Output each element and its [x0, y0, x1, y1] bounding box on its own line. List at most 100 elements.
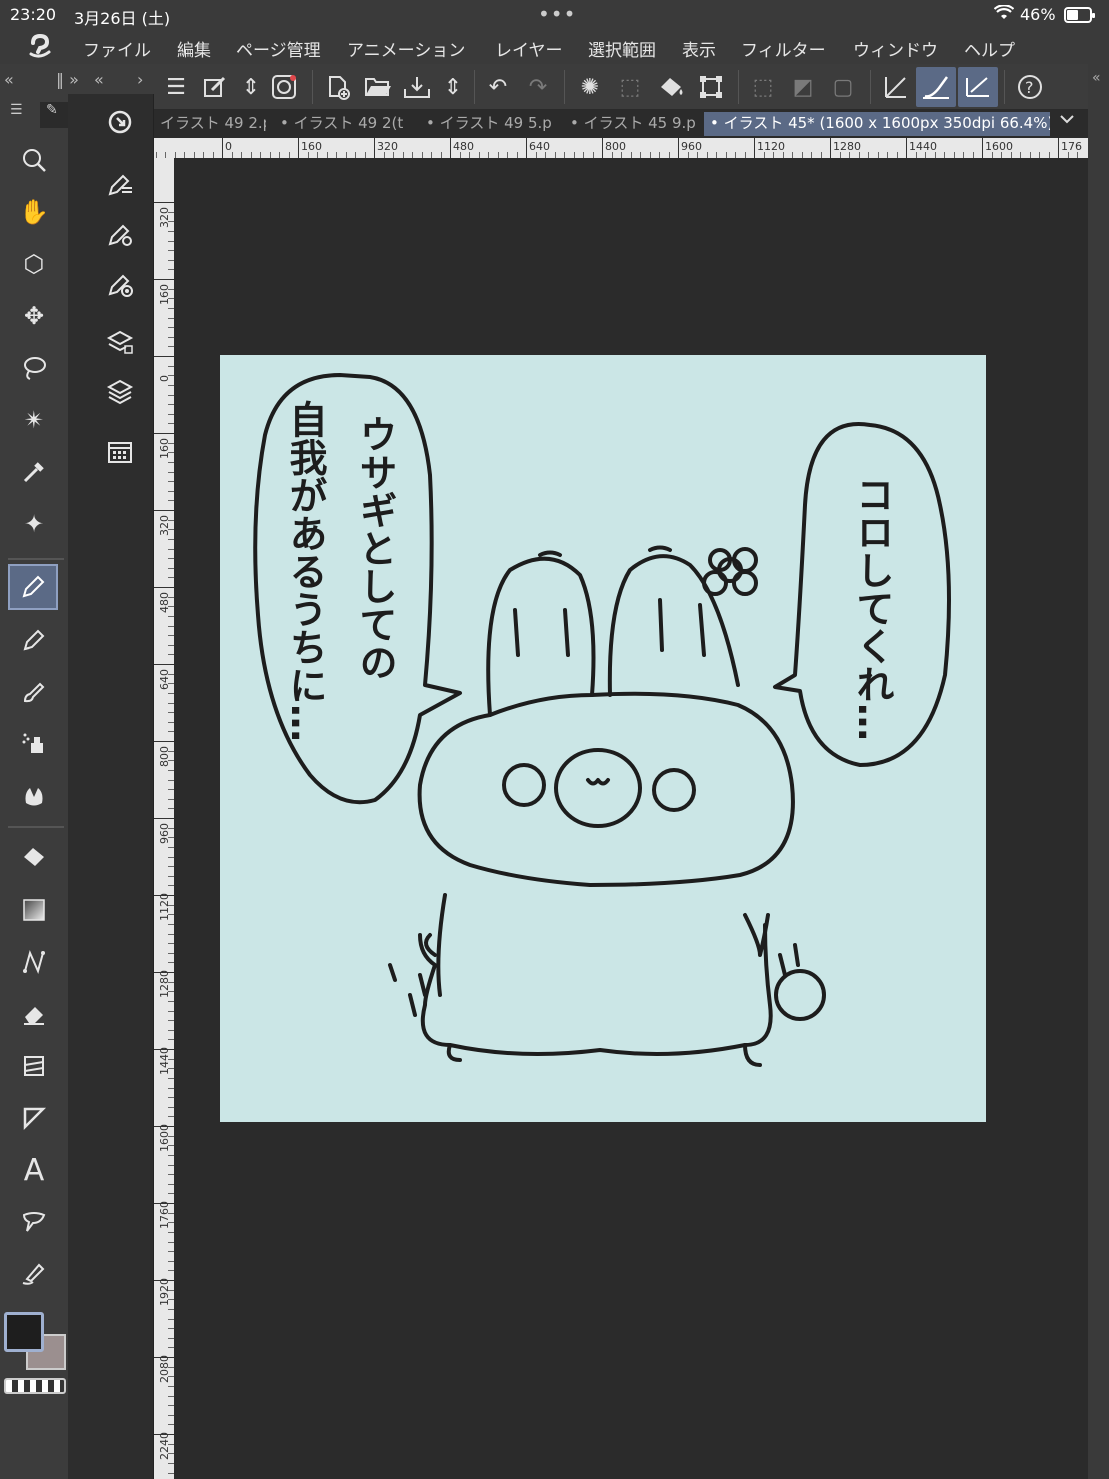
menu-edit[interactable]: 編集 — [177, 36, 211, 61]
loading-spinner-icon[interactable]: ✺ — [574, 71, 606, 103]
transparent-color-swatch[interactable] — [4, 1378, 66, 1394]
drawing-canvas[interactable]: ウサギとしての 自我があるうちに… コロしてくれ… — [220, 355, 986, 1122]
zoom-icon[interactable] — [14, 140, 54, 180]
object-icon[interactable]: ⬡ — [14, 244, 54, 284]
ruler-tick — [154, 356, 174, 357]
lasso-icon[interactable] — [14, 348, 54, 388]
menu-page[interactable]: ページ管理 — [236, 36, 321, 61]
select-dotted-icon[interactable]: ⬚ — [614, 71, 646, 103]
menu-layer[interactable]: レイヤー — [495, 36, 563, 61]
figure-icon[interactable] — [14, 942, 54, 982]
eraser-icon[interactable] — [14, 994, 54, 1034]
collapse-left-icon[interactable]: « — [4, 70, 14, 89]
doc-tab-active[interactable]: • イラスト 45* (1600 x 1600px 350dpi 66.4%) — [704, 112, 1050, 136]
bunny-eye-right — [652, 768, 696, 812]
tool-property-icon[interactable] — [100, 214, 140, 254]
pen-tab-icon[interactable]: ✎ — [40, 102, 68, 128]
ruler-label: 960 — [681, 140, 702, 153]
menu-help[interactable]: ヘルプ — [964, 36, 1015, 61]
ruler-icon[interactable] — [880, 71, 912, 103]
ruler-label: 160 — [301, 140, 322, 153]
chevron-down-icon[interactable] — [1058, 110, 1076, 133]
ruler-label: 176 — [1061, 140, 1082, 153]
sparkle-icon[interactable]: ✦ — [14, 504, 54, 544]
expand-icon[interactable]: › — [137, 70, 143, 89]
menu-file[interactable]: ファイル — [83, 36, 151, 61]
menu-selection[interactable]: 選択範囲 — [588, 36, 656, 61]
toolbar-separator — [738, 70, 739, 104]
bunny-ear-right — [607, 554, 740, 697]
doc-tab[interactable]: • イラスト 49 2(t — [274, 112, 412, 136]
brush-icon[interactable] — [14, 672, 54, 712]
fill-icon[interactable] — [14, 838, 54, 878]
collapse-right-icon[interactable]: « — [1092, 70, 1101, 86]
correct-line-icon[interactable] — [14, 1254, 54, 1294]
edit-settings-icon[interactable] — [199, 71, 231, 103]
ruler-label: 320 — [377, 140, 398, 153]
collapse-sub-icon[interactable]: « — [94, 70, 104, 89]
material-icon[interactable] — [100, 432, 140, 472]
move-icon[interactable]: ✥ — [14, 296, 54, 336]
main-color-swatch[interactable] — [4, 1312, 44, 1352]
ruler-label: 1120 — [757, 140, 785, 153]
new-file-icon[interactable] — [322, 71, 354, 103]
updown-icon[interactable]: ⇕ — [437, 71, 469, 103]
pen-icon[interactable] — [8, 564, 58, 610]
redo-icon[interactable]: ↷ — [522, 71, 554, 103]
doc-tab[interactable]: • イラスト 49 5.p — [420, 112, 556, 136]
eyedropper-icon[interactable] — [14, 452, 54, 492]
frame-border-icon[interactable] — [14, 1046, 54, 1086]
layer-property-icon[interactable] — [100, 322, 140, 362]
stabilizer-brush-icon[interactable] — [916, 67, 956, 107]
palette-menu-icon[interactable]: ☰ — [10, 102, 23, 128]
menu-filter[interactable]: フィルター — [741, 36, 826, 61]
menu-hamburger-icon[interactable]: ☰ — [160, 71, 192, 103]
ruler-label: 800 — [605, 140, 626, 153]
navigator-icon[interactable] — [100, 102, 140, 142]
transform-icon[interactable] — [695, 71, 727, 103]
tool-palette: ☰ ✎ ✋ ⬡ ✥ ✴ ✦ A — [0, 94, 68, 1479]
toolbar-separator — [870, 70, 871, 104]
blend-icon[interactable] — [14, 776, 54, 816]
ruler-label: 1120 — [158, 893, 171, 921]
multitask-dots[interactable]: ••• — [538, 2, 576, 26]
invert-selection-icon[interactable]: ◩ — [787, 71, 819, 103]
layers-icon[interactable] — [100, 372, 140, 412]
brush-size-icon[interactable] — [100, 264, 140, 304]
ruler-label: 960 — [158, 823, 171, 844]
svg-text:?: ? — [1025, 78, 1034, 97]
gradient-icon[interactable] — [14, 890, 54, 930]
expand-selection-icon[interactable]: ▢ — [827, 71, 859, 103]
bunny-snout — [554, 748, 642, 828]
pencil-icon[interactable] — [14, 620, 54, 660]
fill-bucket-icon[interactable] — [655, 71, 687, 103]
airbrush-icon[interactable] — [14, 724, 54, 764]
hand-icon[interactable]: ✋ — [14, 192, 54, 232]
balloon-icon[interactable] — [14, 1202, 54, 1242]
magic-wand-icon[interactable]: ✴ — [14, 400, 54, 440]
doc-tab[interactable]: イラスト 49 2.p — [154, 112, 266, 136]
toolbar-separator — [312, 70, 313, 104]
help-icon[interactable]: ? — [1014, 71, 1046, 103]
ruler-tool-icon[interactable] — [14, 1098, 54, 1138]
ruler-tick — [154, 587, 174, 588]
snap-ruler-icon[interactable] — [958, 67, 998, 107]
menu-window[interactable]: ウィンドウ — [853, 36, 938, 61]
menu-view[interactable]: 表示 — [682, 36, 716, 61]
updown-icon[interactable]: ⇕ — [235, 71, 267, 103]
undo-icon[interactable]: ↶ — [482, 71, 514, 103]
ruler-label: 1440 — [909, 140, 937, 153]
clip-studio-logo[interactable] — [26, 32, 54, 60]
ruler-label: 320 — [158, 207, 171, 228]
open-folder-icon[interactable] — [362, 71, 394, 103]
panel-toggle-icon[interactable]: ‖ » — [56, 70, 79, 89]
text-icon[interactable]: A — [14, 1150, 54, 1190]
spiral-icon[interactable] — [268, 71, 300, 103]
status-time: 23:20 — [10, 5, 57, 24]
sub-tool-pen-icon[interactable] — [100, 164, 140, 204]
menu-animation[interactable]: アニメーション — [347, 36, 465, 61]
ruler-label: 0 — [225, 140, 232, 153]
doc-tab[interactable]: • イラスト 45 9.p — [564, 112, 698, 136]
save-icon[interactable] — [401, 71, 433, 103]
clear-selection-icon[interactable]: ⬚ — [747, 71, 779, 103]
